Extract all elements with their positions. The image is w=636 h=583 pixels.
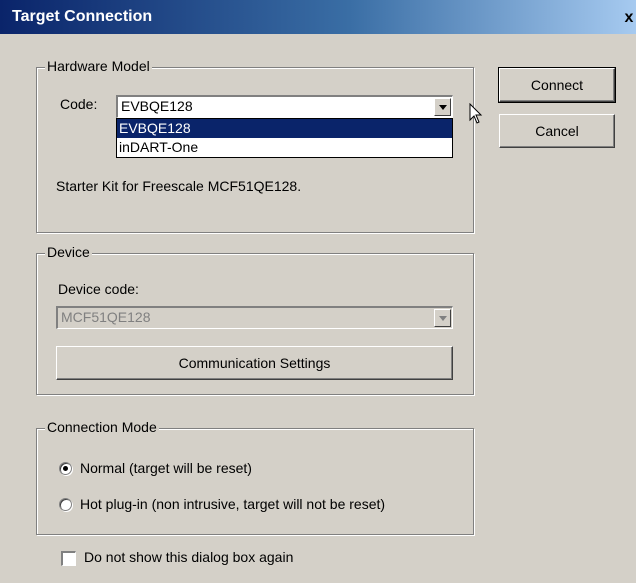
communication-settings-label: Communication Settings: [178, 355, 331, 371]
hardware-description: Starter Kit for Freescale MCF51QE128.: [56, 178, 302, 194]
target-connection-dialog: Target Connection x Hardware Model Code:…: [0, 0, 636, 583]
device-code-select: MCF51QE128: [56, 306, 453, 329]
radio-dot: [63, 466, 68, 471]
mouse-cursor-icon: [469, 103, 483, 124]
dropdown-option-indart-one[interactable]: inDART-One: [117, 138, 452, 157]
radio-normal-label[interactable]: Normal (target will be reset): [80, 460, 252, 476]
dialog-title: Target Connection: [12, 8, 153, 25]
communication-settings-button[interactable]: Communication Settings: [56, 346, 453, 380]
dropdown-option-evbqe128[interactable]: EVBQE128: [117, 119, 452, 138]
close-icon[interactable]: x: [622, 10, 636, 26]
hardware-code-value: EVBQE128: [121, 98, 193, 114]
device-code-label: Device code:: [58, 281, 139, 297]
radio-normal[interactable]: [59, 462, 72, 475]
radio-hot-plug-label[interactable]: Hot plug-in (non intrusive, target will …: [80, 496, 385, 512]
chevron-down-icon: [434, 309, 451, 327]
dont-show-checkbox[interactable]: [61, 551, 76, 566]
hardware-code-dropdown: EVBQE128 inDART-One: [116, 118, 453, 158]
radio-hot-plug[interactable]: [59, 498, 72, 511]
code-label: Code:: [60, 96, 98, 112]
device-legend: Device: [45, 244, 92, 260]
hardware-code-select[interactable]: EVBQE128: [116, 95, 453, 118]
connect-button[interactable]: Connect: [498, 67, 616, 103]
connection-mode-group: Connection Mode: [36, 419, 474, 535]
device-code-value: MCF51QE128: [61, 309, 151, 325]
connection-mode-legend: Connection Mode: [45, 419, 159, 435]
dont-show-label[interactable]: Do not show this dialog box again: [84, 549, 293, 565]
hardware-model-legend: Hardware Model: [45, 58, 152, 74]
title-bar[interactable]: Target Connection x: [0, 0, 636, 34]
chevron-down-icon[interactable]: [434, 98, 451, 116]
connect-button-label: Connect: [530, 77, 584, 93]
cancel-button[interactable]: Cancel: [499, 114, 615, 148]
cancel-button-label: Cancel: [535, 123, 579, 139]
